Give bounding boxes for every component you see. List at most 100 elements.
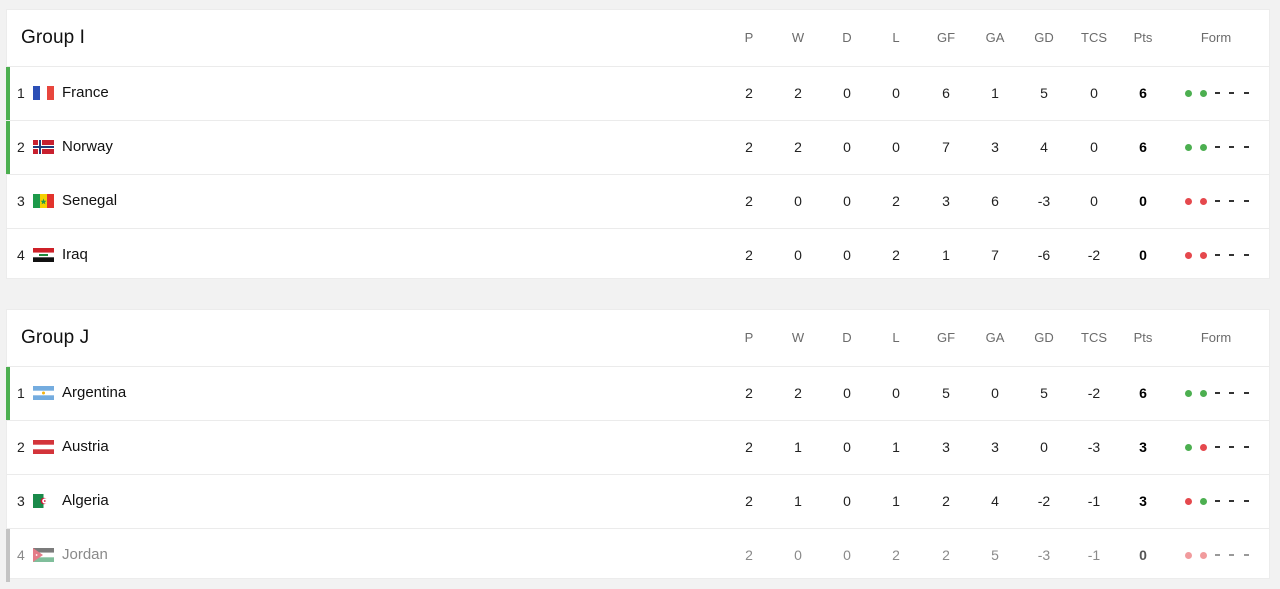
position: 1 [17, 385, 25, 401]
column-header-ga: GA [985, 330, 1005, 345]
unplayed-indicator [1229, 554, 1234, 556]
position: 2 [17, 139, 25, 155]
team-name[interactable]: France [62, 84, 109, 101]
stat-pts: 0 [1139, 247, 1147, 263]
stat-pts: 3 [1139, 493, 1147, 509]
column-header-gf: GF [936, 330, 956, 345]
group-title: Group I [21, 27, 86, 48]
team-name[interactable]: Argentina [62, 384, 126, 401]
stat-gd: -6 [1037, 247, 1051, 263]
win-indicator [1199, 90, 1207, 97]
team-name[interactable]: Senegal [62, 192, 117, 209]
win-indicator [1199, 390, 1207, 397]
unplayed-indicator [1214, 500, 1220, 502]
unplayed-indicator [1229, 392, 1234, 394]
stat-l: 0 [892, 85, 900, 101]
team-name[interactable]: Algeria [62, 492, 109, 509]
stat-d: 0 [843, 547, 851, 563]
stat-gf: 2 [942, 547, 950, 563]
stat-tcs: 0 [1090, 193, 1098, 209]
loss-indicator [1199, 444, 1207, 451]
qualified-indicator [6, 367, 10, 420]
stat-pts: 6 [1139, 85, 1147, 101]
stat-p: 2 [745, 193, 753, 209]
loss-indicator [1185, 552, 1192, 559]
team-name[interactable]: Iraq [62, 246, 88, 263]
column-header-l: L [892, 30, 900, 45]
stat-gd: -3 [1037, 547, 1051, 563]
unplayed-indicator [1243, 200, 1249, 202]
stat-d: 0 [843, 439, 851, 455]
win-indicator [1185, 444, 1192, 451]
unplayed-indicator [1243, 146, 1249, 148]
stat-gf: 7 [942, 139, 950, 155]
stat-gd: 4 [1040, 139, 1048, 155]
column-header-p: P [744, 330, 754, 345]
loss-indicator [1199, 252, 1207, 259]
stat-w: 1 [794, 439, 802, 455]
stat-pts: 0 [1139, 547, 1147, 563]
unplayed-indicator [1243, 500, 1249, 502]
qualified-indicator [6, 67, 10, 120]
team-name[interactable]: Norway [62, 138, 113, 155]
win-indicator [1199, 498, 1207, 505]
stat-gd: 0 [1040, 439, 1048, 455]
stat-l: 0 [892, 385, 900, 401]
table-row[interactable]: 3 Senegal 2 0 0 2 3 6 -3 0 0 [7, 175, 1269, 229]
qualified-indicator [6, 121, 10, 174]
standings-table-group-i: Group I P W D L GF GA GD TCS Pts Form 1 France 2 2 0 0 6 1… [6, 9, 1270, 279]
group-title: Group J [21, 327, 90, 348]
stat-ga: 0 [991, 385, 999, 401]
column-header-l: L [892, 330, 900, 345]
stat-gd: -3 [1037, 193, 1051, 209]
table-row[interactable]: 4 Iraq 2 0 0 2 1 7 -6 -2 0 [7, 229, 1269, 282]
form-guide [1185, 439, 1255, 455]
stat-l: 2 [892, 193, 900, 209]
table-row[interactable]: 1 Argentina 2 2 0 0 5 0 5 -2 6 [6, 367, 1269, 421]
stat-w: 2 [794, 385, 802, 401]
team-name[interactable]: Jordan [62, 546, 108, 563]
stat-gf: 6 [942, 85, 950, 101]
stat-d: 0 [843, 493, 851, 509]
position: 4 [17, 547, 25, 563]
table-row[interactable]: 2 Norway 2 2 0 0 7 3 4 0 6 [6, 121, 1269, 175]
loss-indicator [1185, 198, 1192, 205]
table-row[interactable]: 3 Algeria 2 1 0 1 2 4 -2 -1 3 [7, 475, 1269, 529]
stat-pts: 6 [1139, 385, 1147, 401]
unplayed-indicator [1243, 92, 1249, 94]
norway-flag [33, 140, 54, 154]
stat-w: 2 [794, 85, 802, 101]
stat-d: 0 [843, 139, 851, 155]
team-name[interactable]: Austria [62, 438, 109, 455]
win-indicator [1185, 144, 1192, 151]
stat-l: 0 [892, 139, 900, 155]
table-row[interactable]: 2 Austria 2 1 0 1 3 3 0 -3 3 [7, 421, 1269, 475]
column-header-w: W [791, 330, 805, 345]
stat-w: 1 [794, 493, 802, 509]
stat-ga: 4 [991, 493, 999, 509]
stat-gf: 1 [942, 247, 950, 263]
stat-d: 0 [843, 193, 851, 209]
stat-gd: -2 [1037, 493, 1051, 509]
stat-p: 2 [745, 547, 753, 563]
loss-indicator [1185, 498, 1192, 505]
stat-d: 0 [843, 385, 851, 401]
stat-tcs: 0 [1090, 85, 1098, 101]
column-header-tcs: TCS [1081, 30, 1107, 45]
loss-indicator [1185, 252, 1192, 259]
position: 4 [17, 247, 25, 263]
unplayed-indicator [1214, 92, 1220, 94]
stat-l: 1 [892, 439, 900, 455]
unplayed-indicator [1229, 146, 1234, 148]
stat-tcs: -3 [1087, 439, 1101, 455]
senegal-flag [33, 194, 54, 208]
table-row[interactable]: 4 Jordan 2 0 0 2 2 5 -3 -1 0 [6, 529, 1269, 582]
stat-ga: 3 [991, 439, 999, 455]
stat-p: 2 [745, 493, 753, 509]
column-header-pts: Pts [1133, 30, 1153, 45]
table-row[interactable]: 1 France 2 2 0 0 6 1 5 0 6 [6, 67, 1269, 121]
column-header-gf: GF [936, 30, 956, 45]
unplayed-indicator [1243, 554, 1249, 556]
unplayed-indicator [1229, 200, 1234, 202]
stat-w: 0 [794, 247, 802, 263]
